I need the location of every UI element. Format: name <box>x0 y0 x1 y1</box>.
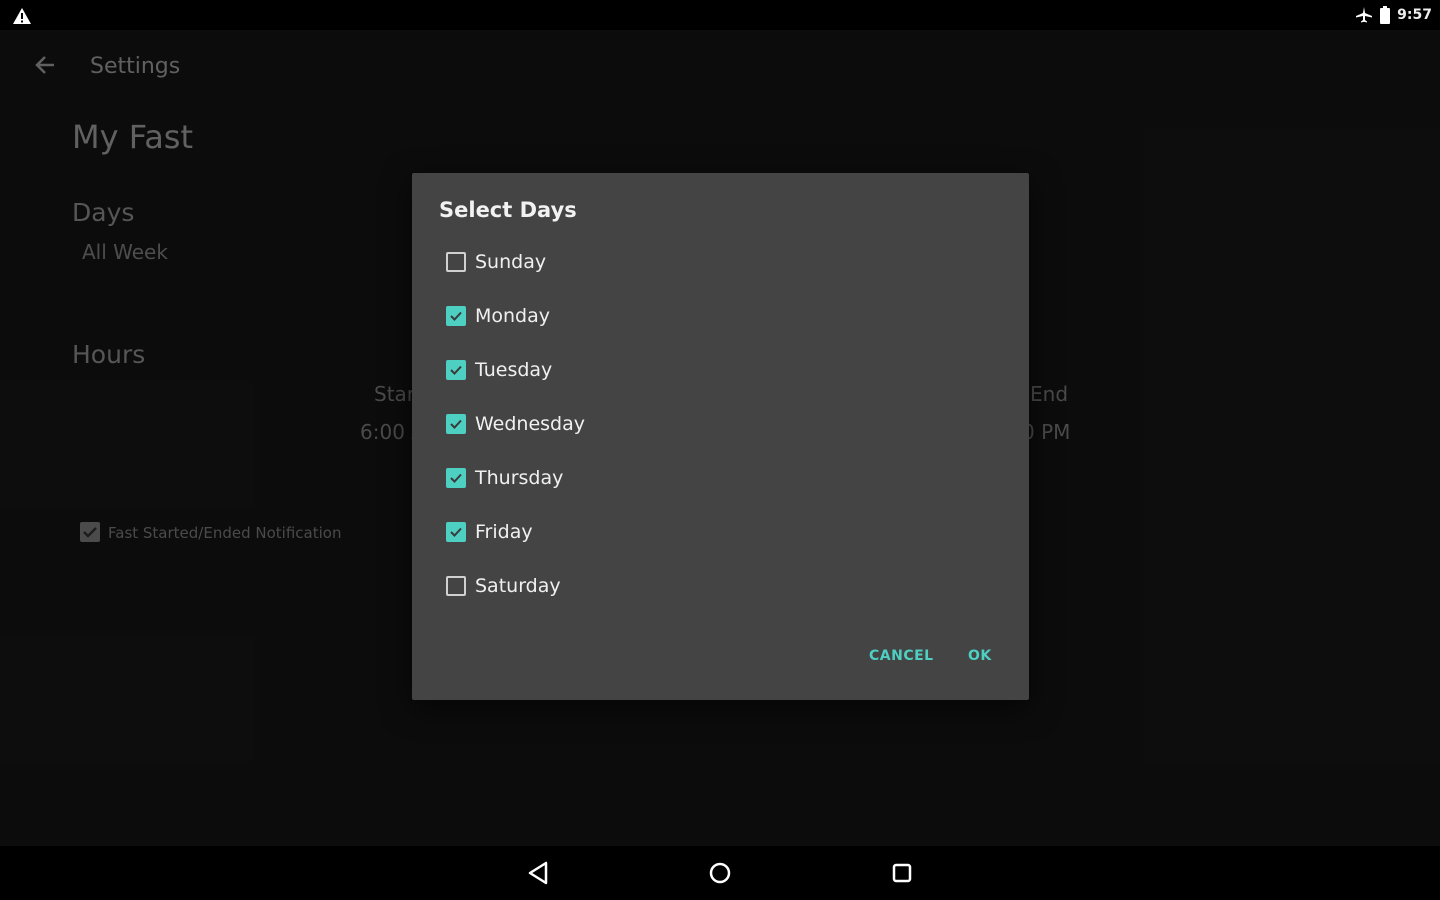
day-checkbox[interactable] <box>446 306 466 326</box>
status-bar: 9:57 <box>0 0 1440 30</box>
airplane-mode-icon <box>1356 7 1373 23</box>
checkmark-icon <box>450 419 462 429</box>
checkmark-icon <box>450 527 462 537</box>
nav-recents-icon[interactable] <box>887 858 917 888</box>
day-option-friday[interactable]: Friday <box>446 512 746 552</box>
day-checkbox[interactable] <box>446 252 466 272</box>
day-option-saturday[interactable]: Saturday <box>446 566 746 606</box>
day-option-label: Friday <box>475 521 533 543</box>
day-option-label: Sunday <box>475 251 547 273</box>
status-icons: 9:57 <box>1355 4 1432 26</box>
day-option-sunday[interactable]: Sunday <box>446 242 746 282</box>
day-option-monday[interactable]: Monday <box>446 296 746 336</box>
checkmark-icon <box>450 365 462 375</box>
checkmark-icon <box>450 473 462 483</box>
day-option-label: Saturday <box>475 575 561 597</box>
day-option-label: Thursday <box>475 467 564 489</box>
nav-home-icon[interactable] <box>705 858 735 888</box>
select-days-dialog: Select Days Sunday Monday Tuesday Wednesday… <box>412 173 1029 700</box>
status-time: 9:57 <box>1397 7 1432 23</box>
day-checkbox[interactable] <box>446 576 466 596</box>
day-checkbox[interactable] <box>446 522 466 542</box>
warning-icon <box>13 8 31 24</box>
nav-back-icon[interactable] <box>524 858 554 888</box>
checkmark-icon <box>450 311 462 321</box>
cancel-button[interactable]: CANCEL <box>869 648 934 664</box>
day-option-label: Wednesday <box>475 413 586 435</box>
navigation-bar <box>0 846 1440 900</box>
day-option-thursday[interactable]: Thursday <box>446 458 746 498</box>
battery-icon <box>1380 6 1391 24</box>
day-checkbox[interactable] <box>446 414 466 434</box>
day-checkbox[interactable] <box>446 360 466 380</box>
day-option-label: Monday <box>475 305 551 327</box>
dialog-title: Select Days <box>439 198 577 222</box>
day-option-label: Tuesday <box>475 359 553 381</box>
day-option-tuesday[interactable]: Tuesday <box>446 350 746 390</box>
day-option-wednesday[interactable]: Wednesday <box>446 404 746 444</box>
ok-button[interactable]: OK <box>968 648 992 664</box>
day-checkbox[interactable] <box>446 468 466 488</box>
